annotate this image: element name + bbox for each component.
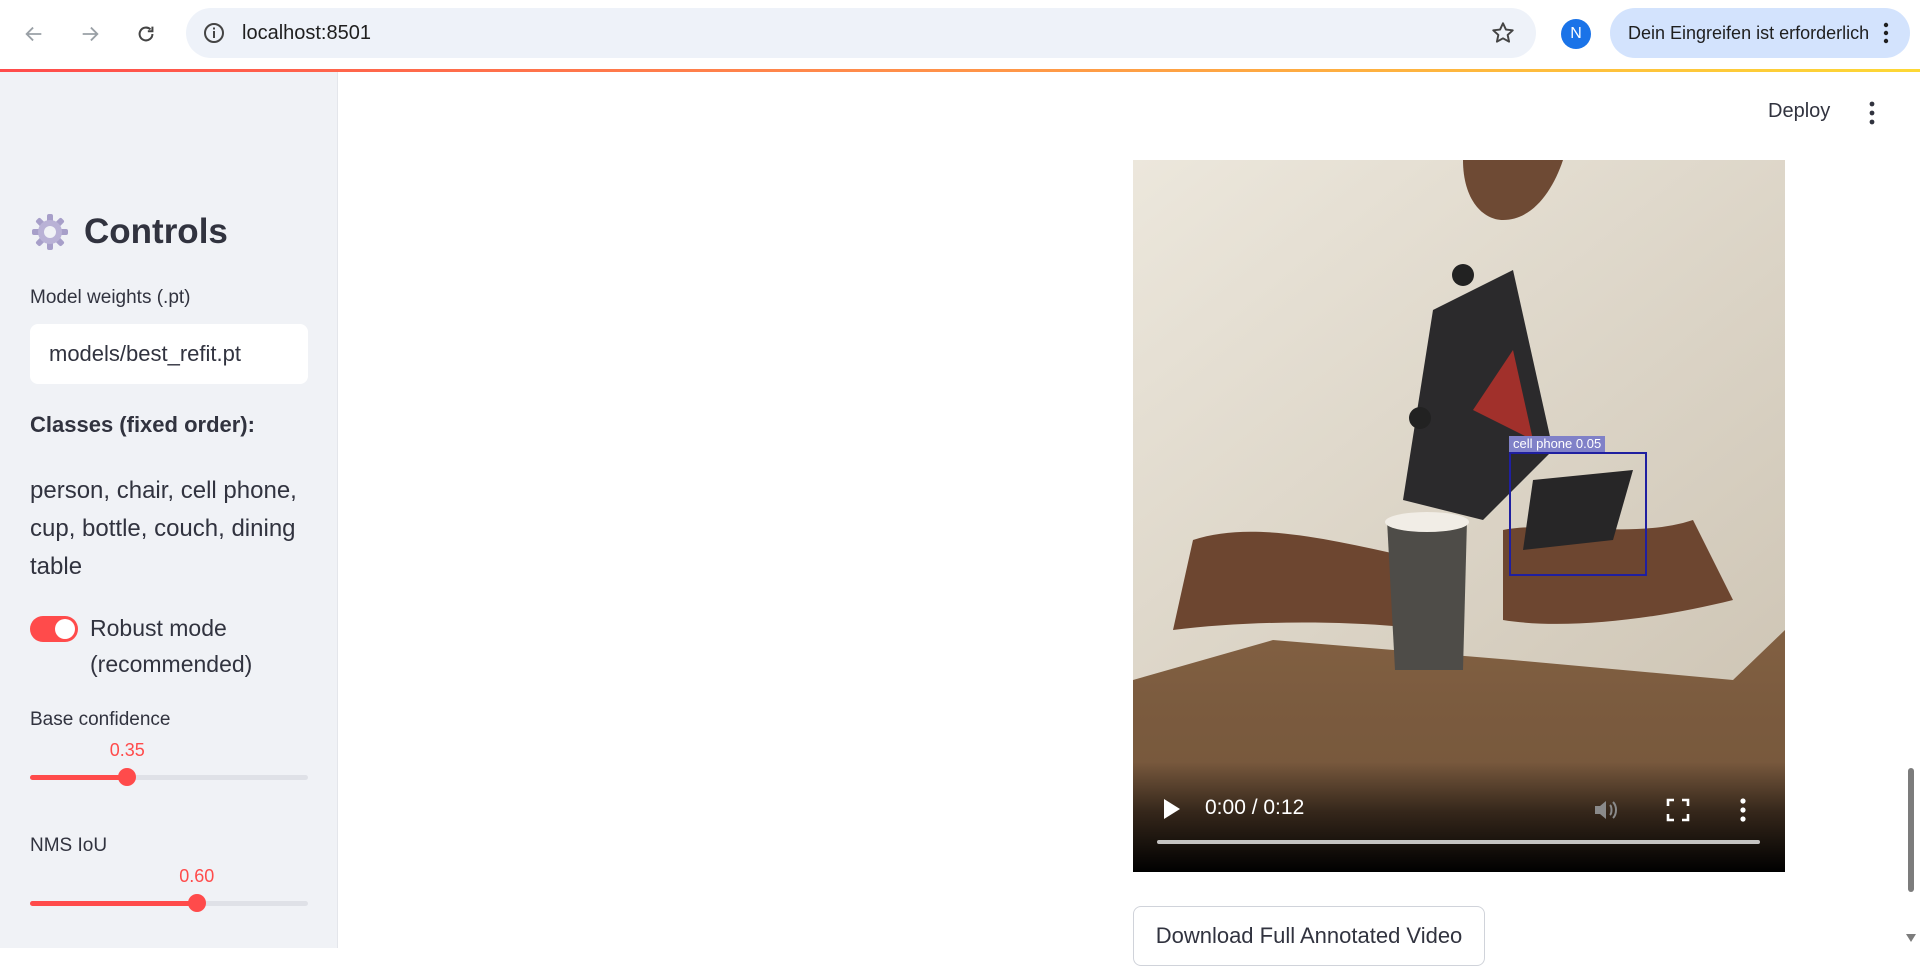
toggle-knob [55, 619, 75, 639]
annotated-video-player[interactable]: cell phone 0.05 0:00 / 0:12 [1133, 160, 1785, 872]
nms-iou-slider[interactable] [30, 894, 308, 912]
base-confidence-slider[interactable] [30, 768, 308, 786]
page-scrollbar[interactable] [1908, 768, 1914, 892]
url-text: localhost:8501 [242, 22, 371, 44]
base-confidence-label: Base confidence [30, 709, 171, 730]
sidebar: Controls Model weights (.pt) models/best… [0, 72, 338, 948]
scroll-down-arrow-icon[interactable] [1906, 934, 1916, 942]
deploy-button[interactable]: Deploy [1768, 100, 1830, 123]
profile-avatar[interactable]: N [1561, 19, 1591, 49]
attention-chip-label: Dein Eingreifen ist erforderlich [1628, 23, 1870, 43]
fullscreen-icon[interactable] [1666, 798, 1690, 822]
video-time: 0:00 / 0:12 [1205, 796, 1305, 819]
info-icon[interactable] [202, 21, 226, 45]
volume-muted-icon[interactable] [1591, 796, 1619, 824]
detection-label: cell phone 0.05 [1509, 436, 1606, 452]
back-button[interactable] [16, 16, 52, 52]
base-confidence-value: 0.35 [109, 740, 145, 760]
robust-mode-label: Robust mode (recommended) [90, 615, 253, 677]
slider-fill [30, 775, 128, 780]
video-controls: 0:00 / 0:12 [1133, 762, 1785, 872]
browser-menu-icon[interactable] [1874, 20, 1898, 46]
forward-button[interactable] [72, 16, 108, 52]
classes-heading: Classes (fixed order): [30, 412, 255, 437]
reload-icon [138, 26, 154, 42]
bookmark-star-icon[interactable] [1490, 20, 1516, 46]
sidebar-title: Controls [30, 212, 228, 252]
video-progress-bar[interactable] [1157, 840, 1760, 844]
reload-button[interactable] [128, 16, 164, 52]
main-menu-icon[interactable] [1862, 100, 1882, 126]
slider-thumb[interactable] [187, 894, 206, 912]
video-more-icon[interactable] [1737, 796, 1749, 824]
download-video-button[interactable]: Download Full Annotated Video [1133, 906, 1485, 966]
play-icon[interactable] [1159, 796, 1183, 822]
attention-required-chip[interactable]: Dein Eingreifen ist erforderlich [1610, 8, 1910, 58]
classes-list-text: person, chair, cell phone, cup, bottle, … [30, 477, 297, 580]
sidebar-title-text: Controls [84, 212, 228, 251]
back-icon [25, 26, 42, 42]
model-weights-label: Model weights (.pt) [30, 287, 191, 308]
nms-iou-value: 0.60 [179, 866, 215, 886]
model-weights-input[interactable]: models/best_refit.pt [30, 324, 308, 384]
nms-iou-label: NMS IoU [30, 835, 108, 856]
detection-bounding-box [1509, 452, 1647, 576]
slider-thumb[interactable] [118, 768, 137, 786]
browser-toolbar: localhost:8501 N Dein Eingreifen ist erf… [0, 0, 1920, 71]
forward-icon [82, 26, 99, 42]
slider-fill [30, 901, 197, 906]
robust-mode-toggle[interactable] [30, 616, 78, 642]
gear-icon [32, 214, 68, 250]
address-bar[interactable]: localhost:8501 [186, 8, 1536, 58]
